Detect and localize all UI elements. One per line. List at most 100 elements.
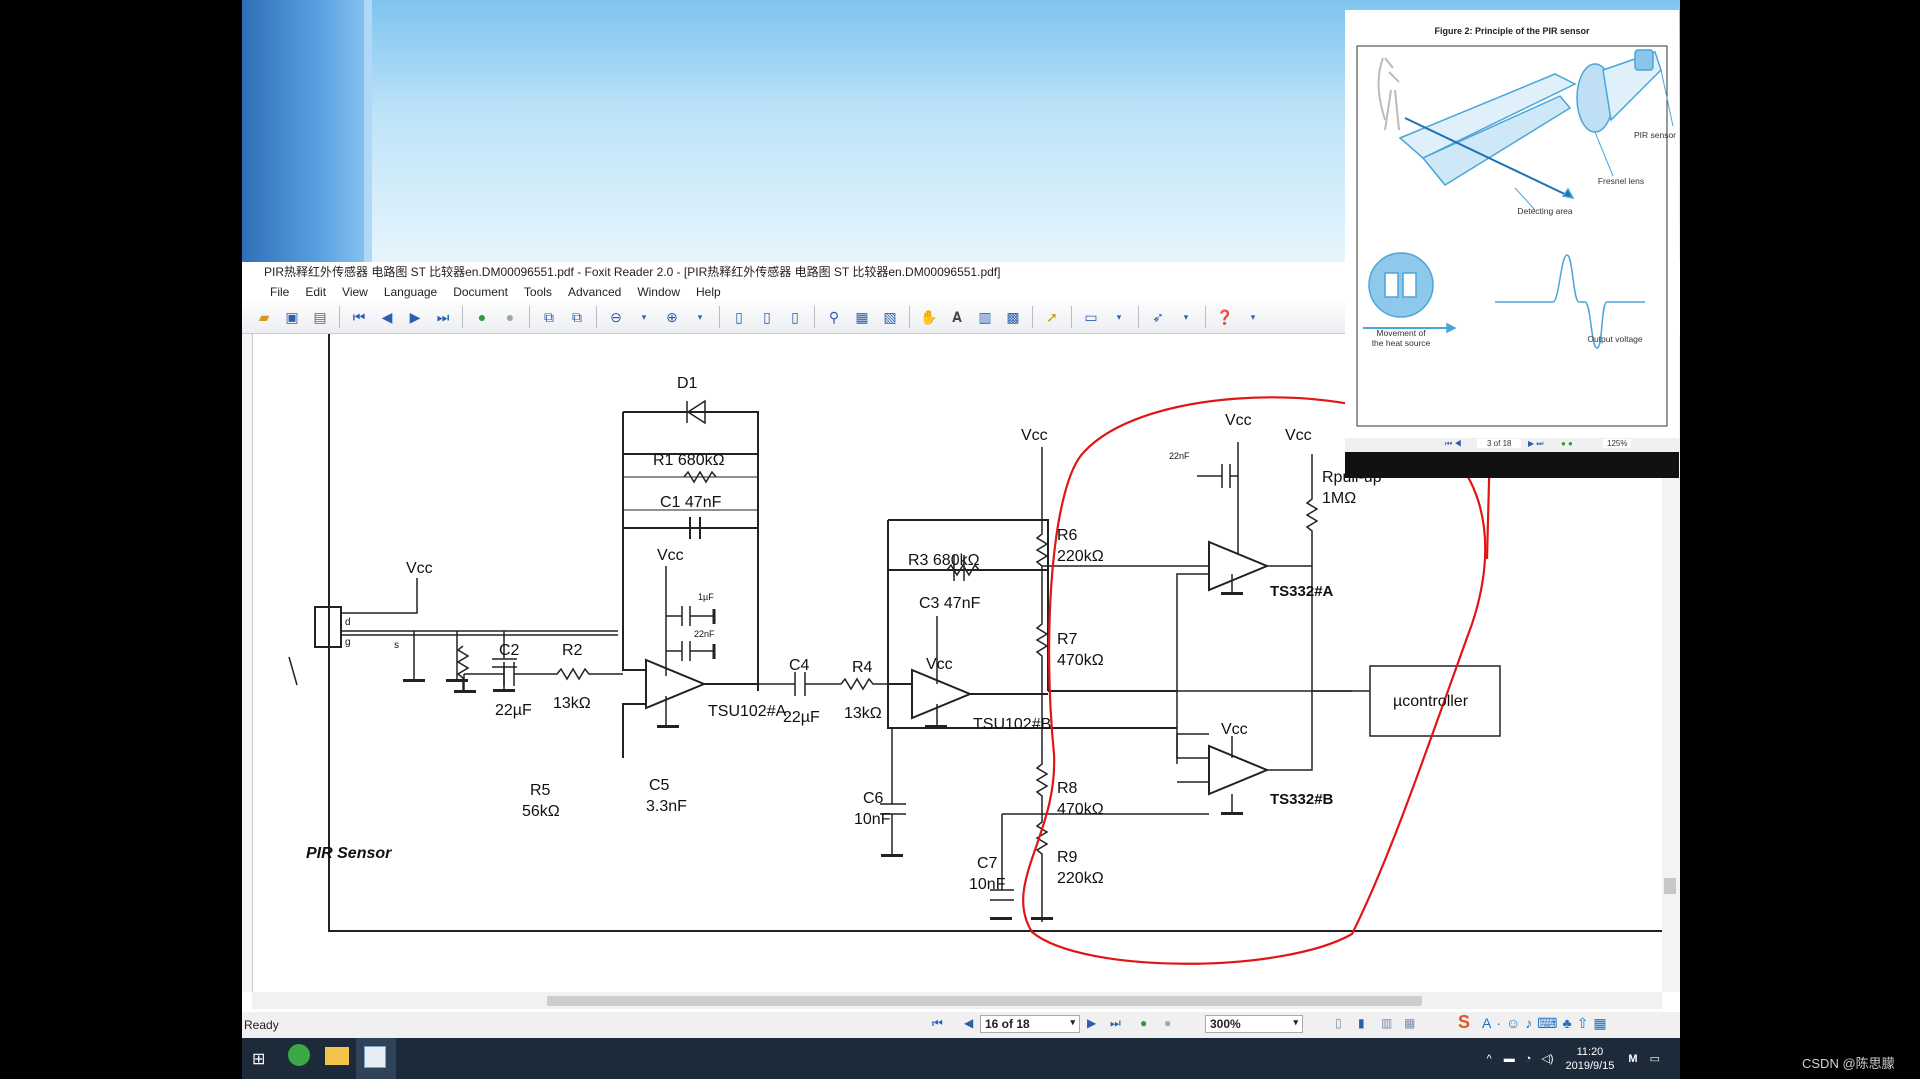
inset-page-value: 3 of 18 [1477, 439, 1522, 448]
toolbar-separator [909, 306, 910, 328]
snapshot-icon[interactable]: ▥ [975, 307, 995, 327]
pin-g-label: g [345, 637, 351, 648]
clock-date: 2019/9/15 [1565, 1059, 1615, 1072]
file-explorer-icon[interactable] [325, 1047, 349, 1065]
zoom-in-icon[interactable]: ⊕ [662, 307, 682, 327]
figure-title: Figure 2: Principle of the PIR sensor [1434, 26, 1590, 36]
go-back-icon[interactable]: ● [472, 307, 492, 327]
chevron-down-icon[interactable]: ▾ [1293, 1017, 1298, 1028]
menu-tools[interactable]: Tools [524, 285, 552, 299]
help-icon[interactable]: ❓ [1215, 307, 1235, 327]
menu-language[interactable]: Language [384, 285, 437, 299]
previous-page-icon[interactable]: ◀ [964, 1016, 973, 1030]
help-dropdown-icon[interactable]: ▾ [1243, 307, 1263, 327]
zoom-level-value: 300% [1210, 1017, 1241, 1031]
r9-label: R9 [1057, 849, 1078, 866]
actual-size-icon[interactable]: ▯ [729, 307, 749, 327]
last-page-icon[interactable]: ⏭ [1110, 1016, 1121, 1031]
go-forward-icon[interactable]: ● [500, 307, 520, 327]
toolbar-separator [1032, 306, 1033, 328]
find-icon[interactable]: ⚲ [824, 307, 844, 327]
c2-label: C2 [499, 642, 520, 659]
browser-icon[interactable] [288, 1044, 310, 1066]
wifi-icon[interactable]: ◔ [1525, 1053, 1532, 1065]
rpullup-value: 1MΩ [1322, 490, 1356, 507]
ime-logo-icon[interactable]: S [1458, 1012, 1470, 1033]
ime-toolbar-icons[interactable]: A·☺♪⌨♣⇧▦ [1482, 1015, 1612, 1032]
arrow-tool-icon[interactable]: ➶ [1148, 307, 1168, 327]
text-select-icon[interactable]: 𝐀 [947, 307, 967, 327]
print-icon[interactable]: ▤ [310, 307, 330, 327]
windows-start-icon[interactable]: ⊞ [252, 1049, 265, 1069]
select-cursor-icon[interactable]: ➚ [1042, 307, 1062, 327]
desktop-band-stripe [364, 0, 372, 262]
facing-page-icon[interactable]: ▥ [1381, 1016, 1392, 1030]
r5-label: R5 [530, 782, 551, 799]
continuous-page-icon[interactable]: ▮ [1358, 1016, 1365, 1030]
annotation-dropdown-icon[interactable]: ▾ [1109, 307, 1129, 327]
continuous-facing-icon[interactable]: ▦ [1404, 1016, 1415, 1030]
microcontroller-label: µcontroller [1393, 693, 1469, 710]
fit-page-icon[interactable]: ▯ [757, 307, 777, 327]
fit-width-icon[interactable]: ▯ [785, 307, 805, 327]
notification-icon[interactable]: ▭ [1650, 1052, 1660, 1065]
page-number-field[interactable]: 16 of 18 ▾ [980, 1015, 1080, 1033]
menu-view[interactable]: View [342, 285, 368, 299]
inset-navigation-bar: ⏮ ◀ 3 of 18 ▶ ⏭ ● ● 125% [1345, 438, 1679, 452]
rotate-left-icon[interactable]: ⧉ [539, 307, 559, 327]
c4-label: C4 [789, 657, 810, 674]
zoom-level-field[interactable]: 300% ▾ [1205, 1015, 1303, 1033]
status-ready: Ready [244, 1018, 279, 1032]
menu-window[interactable]: Window [637, 285, 680, 299]
battery-icon[interactable]: ▬ [1504, 1053, 1515, 1065]
thumbnail-panel-icon[interactable]: ▧ [880, 307, 900, 327]
ime-indicator-icon[interactable]: M [1628, 1053, 1637, 1065]
go-back-icon[interactable]: ● [1140, 1016, 1147, 1030]
zoom-in-dropdown-icon[interactable]: ▾ [690, 307, 710, 327]
tray-expand-icon[interactable]: ^ [1487, 1053, 1492, 1065]
detecting-area-text: Detecting area [1517, 206, 1573, 216]
clock-time: 11:20 [1576, 1045, 1604, 1058]
volume-icon[interactable]: ◁) [1541, 1052, 1553, 1065]
annotation-icon[interactable]: ▭ [1081, 307, 1101, 327]
clock[interactable]: 11:20 2019/9/15 [1565, 1045, 1614, 1073]
cap-1u-label: 1µF [698, 592, 714, 602]
cap-22n-label: 22nF [694, 629, 715, 639]
zoom-out-dropdown-icon[interactable]: ▾ [634, 307, 654, 327]
menu-advanced[interactable]: Advanced [568, 285, 621, 299]
open-folder-icon[interactable]: ▰ [254, 307, 274, 327]
menu-help[interactable]: Help [696, 285, 721, 299]
chevron-down-icon[interactable]: ▾ [1070, 1017, 1075, 1028]
bookmarks-panel-icon[interactable]: ▦ [852, 307, 872, 327]
image-tool-icon[interactable]: ▩ [1003, 307, 1023, 327]
r6-value: 220kΩ [1057, 548, 1104, 565]
first-page-icon[interactable]: ⏮ [349, 307, 369, 327]
next-page-icon[interactable]: ▶ [405, 307, 425, 327]
r4-value: 13kΩ [844, 705, 882, 722]
save-icon[interactable]: ▣ [282, 307, 302, 327]
last-page-icon[interactable]: ⏭ [433, 307, 453, 327]
foxit-icon [364, 1046, 386, 1068]
horizontal-scroll-thumb[interactable] [547, 996, 1422, 1006]
vcc-label: Vcc [1285, 427, 1312, 444]
go-forward-icon[interactable]: ● [1164, 1016, 1171, 1030]
rotate-right-icon[interactable]: ⧉ [567, 307, 587, 327]
arrow-dropdown-icon[interactable]: ▾ [1176, 307, 1196, 327]
menu-file[interactable]: File [270, 285, 289, 299]
menu-edit[interactable]: Edit [305, 285, 326, 299]
first-page-icon[interactable]: ⏮ [932, 1016, 943, 1031]
vcc-label: Vcc [1221, 721, 1248, 738]
c6-value: 10nF [854, 811, 891, 828]
toolbar-separator [596, 306, 597, 328]
next-page-icon[interactable]: ▶ [1087, 1016, 1096, 1030]
single-page-icon[interactable]: ▯ [1335, 1016, 1342, 1030]
zoom-out-icon[interactable]: ⊖ [606, 307, 626, 327]
previous-page-icon[interactable]: ◀ [377, 307, 397, 327]
pin-d-label: d [345, 617, 351, 628]
c3-label: C3 47nF [919, 595, 981, 612]
page-number-value: 16 of 18 [985, 1017, 1030, 1031]
hand-tool-icon[interactable]: ✋ [919, 307, 939, 327]
vertical-scroll-thumb[interactable] [1664, 878, 1676, 894]
menu-document[interactable]: Document [453, 285, 508, 299]
output-voltage-text: Output voltage [1587, 334, 1643, 344]
